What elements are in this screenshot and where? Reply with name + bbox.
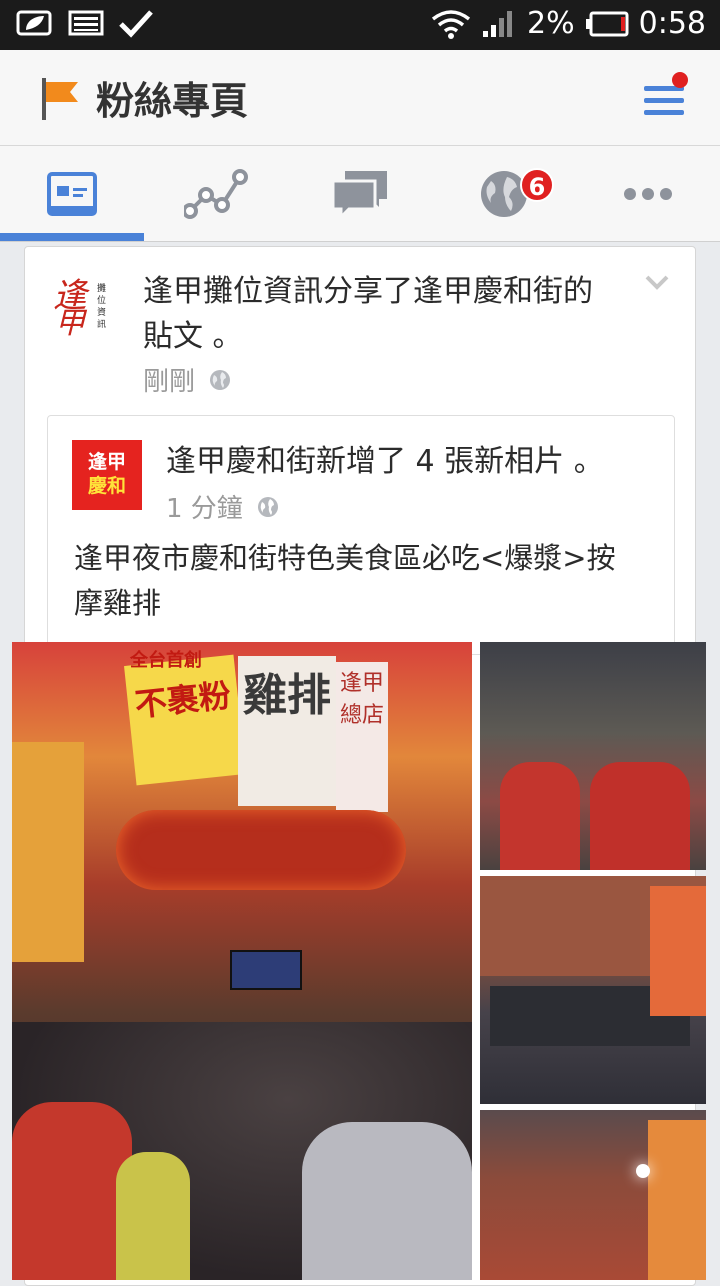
messages-icon: [331, 171, 387, 219]
menu-bar-icon: [644, 110, 684, 115]
svg-text:甲: 甲: [55, 306, 88, 337]
check-icon: [119, 10, 153, 38]
svg-text:資: 資: [97, 306, 106, 318]
image-notification-icon: [68, 10, 104, 36]
battery-percent: 2%: [527, 6, 575, 41]
app-bar: 粉絲專頁: [0, 50, 720, 146]
wifi-icon: [431, 9, 471, 39]
leaf-notification-icon: [16, 10, 52, 36]
page-avatar[interactable]: 逢 甲 攤 位 資 訊: [51, 267, 121, 341]
tab-news-feed[interactable]: [0, 146, 144, 242]
person-red-shirt: [12, 1102, 132, 1280]
insights-chart-icon: [184, 169, 248, 219]
shop-sign: [648, 1120, 706, 1280]
tab-insights[interactable]: [144, 146, 288, 242]
shared-page-avatar[interactable]: 逢甲 慶和: [72, 440, 142, 510]
neighbor-sign: [12, 742, 84, 962]
page-avatar-logo-icon: 逢 甲 攤 位 資 訊: [53, 276, 106, 341]
tab-messages[interactable]: [288, 146, 432, 242]
notification-badge: 6: [520, 168, 554, 202]
photo-street-queue[interactable]: [480, 876, 706, 1104]
status-bar: 2% 0:58: [0, 0, 720, 50]
status-icons-left: [16, 8, 154, 38]
notification-dot: [672, 72, 688, 88]
tab-bar: 6: [0, 146, 720, 242]
photo-street-crowd[interactable]: [480, 642, 706, 870]
shared-avatar-line1: 逢甲: [87, 451, 126, 473]
battery-icon: [585, 11, 629, 36]
active-tab-indicator: [0, 233, 144, 241]
photo-main-chicken-stall[interactable]: 不裹粉 全台首創 雞排 逢甲總店: [12, 642, 472, 1280]
clock: 0:58: [638, 6, 706, 41]
sign-chicken-cutlet: 雞排: [238, 656, 336, 806]
svg-text:訊: 訊: [97, 318, 106, 330]
signal-icon: [483, 10, 513, 37]
street-light: [636, 1164, 650, 1178]
menu-button[interactable]: [640, 72, 690, 122]
news-feed-icon: [47, 172, 97, 216]
public-globe-icon: [257, 496, 278, 517]
child-yellow-shirt: [116, 1152, 190, 1280]
shared-post-title[interactable]: 逢甲慶和街新增了 4 張新相片 。: [166, 436, 604, 480]
shop-sign: [650, 886, 706, 1016]
tab-notifications[interactable]: [432, 146, 576, 242]
status-icons-right: 2% 0:58: [431, 6, 706, 41]
sign-first-in-taiwan: 全台首創: [130, 650, 202, 671]
svg-text:攤: 攤: [97, 282, 106, 294]
shared-post-text: 逢甲夜市慶和街特色美食區必吃<爆漿>按摩雞排: [74, 541, 616, 620]
public-globe-icon: [210, 369, 231, 390]
menu-bar-icon: [644, 98, 684, 103]
person-red-shirt: [590, 762, 690, 870]
page-title: 粉絲專頁: [96, 79, 249, 123]
shared-post[interactable]: 逢甲 慶和 逢甲慶和街新增了 4 張新相片 。 1 分鐘 逢甲夜市慶和街特色美食…: [47, 415, 675, 655]
sign-no-batter: 不裹粉: [124, 654, 246, 786]
person-grey-shirt: [302, 1122, 472, 1280]
person-red-shirt: [500, 762, 580, 870]
sign-fengjia-main-store: 逢甲總店: [336, 662, 388, 812]
tv-screen: [230, 950, 302, 990]
photo-grid: 不裹粉 全台首創 雞排 逢甲總店: [0, 642, 720, 1280]
more-icon: [624, 188, 672, 200]
post-time[interactable]: 剛剛: [143, 361, 195, 398]
svg-text:位: 位: [97, 294, 106, 306]
tab-more[interactable]: [576, 146, 720, 242]
post-header-text[interactable]: 逢甲攤位資訊分享了逢甲慶和街的貼文 。: [143, 269, 593, 359]
lit-banner: [116, 810, 406, 890]
shared-post-time[interactable]: 1 分鐘: [166, 488, 243, 525]
flag-icon: [42, 78, 78, 120]
post-meta: 剛剛: [143, 361, 231, 398]
chevron-down-icon[interactable]: [645, 275, 669, 291]
shared-post-meta: 1 分鐘: [166, 488, 279, 525]
shared-avatar-line2: 慶和: [87, 475, 126, 497]
photo-street-night[interactable]: [480, 1110, 706, 1280]
